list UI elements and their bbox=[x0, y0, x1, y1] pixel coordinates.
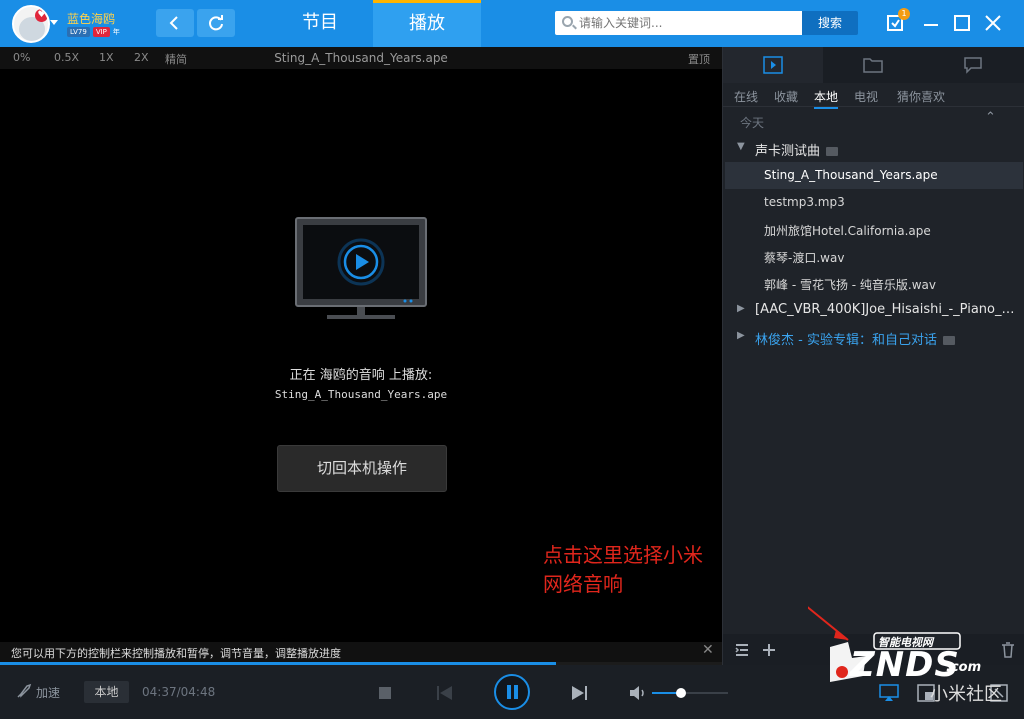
song-item[interactable]: 蔡琴-渡口.wav bbox=[725, 243, 1023, 270]
tip-text: 您可以用下方的控制栏来控制播放和暂停，调节音量，调整播放进度 bbox=[11, 647, 341, 660]
watermark-sub: 小米社区 bbox=[930, 684, 1002, 705]
refresh-button[interactable] bbox=[197, 9, 235, 37]
level-badge: LV79 bbox=[67, 27, 90, 37]
now-playing-title: Sting_A_Thousand_Years.ape bbox=[274, 51, 448, 65]
minimize-button[interactable] bbox=[921, 13, 941, 33]
song-item[interactable]: Sting_A_Thousand_Years.ape bbox=[725, 162, 1023, 189]
song-item[interactable]: 郭峰 - 雪花飞扬 - 纯音乐版.wav bbox=[725, 270, 1023, 297]
folder-row[interactable]: ▼ 声卡测试曲 bbox=[723, 135, 1024, 162]
song-name: testmp3.mp3 bbox=[764, 195, 845, 209]
panel-tab-folder[interactable] bbox=[823, 47, 923, 83]
avatar[interactable]: ♥ bbox=[12, 5, 50, 43]
folder-name: 声卡测试曲 bbox=[755, 144, 821, 159]
collapse-up-icon[interactable]: ⌃ bbox=[985, 110, 996, 125]
panel-subtabs: 在线 收藏 本地 电视 猜你喜欢 bbox=[723, 83, 1024, 109]
pin-on-top-button[interactable]: 置顶 bbox=[688, 51, 710, 67]
volume-icon[interactable] bbox=[629, 685, 647, 701]
user-badges: LV79 VIP 年 bbox=[67, 27, 120, 37]
section-today: 今天 bbox=[740, 116, 765, 130]
list-settings-icon[interactable] bbox=[734, 642, 750, 658]
playback-status: 正在 海鸥的音响 上播放: bbox=[289, 368, 433, 383]
annotation-text: 点击这里选择小米网络音响 bbox=[543, 543, 703, 596]
chevron-right-icon[interactable]: ▶ bbox=[737, 330, 745, 341]
subtab-favorites[interactable]: 收藏 bbox=[774, 88, 798, 105]
subtab-online[interactable]: 在线 bbox=[734, 88, 758, 105]
close-button[interactable] bbox=[983, 13, 1003, 33]
comment-icon bbox=[964, 57, 982, 74]
folder-name: 林俊杰 - 实验专辑：和自己对话 bbox=[755, 333, 937, 348]
folder-icon bbox=[826, 147, 839, 156]
playback-file: Sting_A_Thousand_Years.ape bbox=[274, 388, 448, 401]
subtab-local[interactable]: 本地 bbox=[814, 88, 839, 109]
heart-icon: ♥ bbox=[35, 9, 48, 22]
folder-row[interactable]: ▶ 林俊杰 - 实验专辑：和自己对话 bbox=[723, 324, 1024, 351]
speed-up-button[interactable]: 加速 bbox=[36, 684, 60, 701]
close-icon bbox=[985, 15, 1001, 31]
app-window: ♥ 蓝色海鸥 LV79 VIP 年 节目 播放 搜索 1 bbox=[0, 0, 1024, 719]
speed-bar: 0% 0.5X 1X 2X 精简 Sting_A_Thousand_Years.… bbox=[0, 47, 722, 69]
pause-button[interactable] bbox=[494, 674, 530, 710]
panel-tab-comments[interactable] bbox=[923, 47, 1023, 83]
tip-bar: 您可以用下方的控制栏来控制播放和暂停，调节音量，调整播放进度 ✕ bbox=[0, 642, 722, 662]
time-display: 04:37/04:48 bbox=[142, 685, 216, 699]
year-badge: 年 bbox=[112, 28, 120, 36]
panel-icon-bar bbox=[723, 47, 1024, 83]
vip-badge: VIP bbox=[92, 27, 110, 37]
next-icon[interactable] bbox=[570, 685, 588, 701]
song-item[interactable]: 加州旅馆Hotel.California.ape bbox=[725, 216, 1023, 243]
folder-row[interactable]: ▶ [AAC_VBR_400K]Joe_Hisaishi_-_Piano_… bbox=[723, 297, 1024, 324]
znds-watermark: 智能电视网 ZNDS .com 小米社区 bbox=[799, 600, 1018, 719]
local-button[interactable]: 本地 bbox=[84, 681, 129, 703]
stop-icon[interactable] bbox=[378, 686, 392, 700]
song-item[interactable]: testmp3.mp3 bbox=[725, 189, 1023, 216]
back-button[interactable] bbox=[156, 9, 194, 37]
username[interactable]: 蓝色海鸥 bbox=[67, 10, 115, 27]
top-bar: ♥ 蓝色海鸥 LV79 VIP 年 节目 播放 搜索 1 bbox=[0, 0, 1024, 47]
refresh-icon bbox=[209, 15, 223, 31]
subtab-tv[interactable]: 电视 bbox=[854, 88, 878, 105]
song-name: 蔡琴-渡口.wav bbox=[764, 251, 845, 265]
watermark-domain: .com bbox=[946, 660, 982, 675]
volume-knob[interactable] bbox=[675, 688, 686, 698]
song-name: 郭峰 - 雪花飞扬 - 纯音乐版.wav bbox=[764, 278, 937, 292]
chevron-right-icon[interactable]: ▶ bbox=[737, 303, 745, 314]
search-icon bbox=[562, 16, 573, 27]
song-name: 加州旅馆Hotel.California.ape bbox=[764, 224, 931, 238]
previous-icon[interactable] bbox=[436, 685, 454, 701]
chevron-down-icon[interactable]: ▼ bbox=[737, 141, 745, 152]
tab-programs[interactable]: 节目 bbox=[266, 0, 374, 47]
panel-tab-play[interactable] bbox=[723, 47, 823, 83]
chevron-left-icon bbox=[169, 16, 178, 30]
folder-name: [AAC_VBR_400K]Joe_Hisaishi_-_Piano_… bbox=[755, 302, 1015, 317]
tv-icon bbox=[295, 217, 429, 323]
song-name: Sting_A_Thousand_Years.ape bbox=[764, 168, 938, 182]
maximize-button[interactable] bbox=[952, 13, 972, 33]
chevron-down-icon[interactable] bbox=[50, 20, 58, 25]
minimize-icon bbox=[924, 24, 938, 26]
folder-icon bbox=[942, 336, 955, 345]
add-icon[interactable] bbox=[761, 642, 777, 658]
player-area: 0% 0.5X 1X 2X 精简 Sting_A_Thousand_Years.… bbox=[0, 47, 722, 665]
rocket-icon bbox=[17, 683, 32, 698]
search-box bbox=[555, 11, 802, 35]
tip-close-icon[interactable]: ✕ bbox=[702, 642, 714, 658]
tab-playing[interactable]: 播放 bbox=[373, 0, 481, 47]
notification-badge: 1 bbox=[898, 8, 910, 20]
play-list-icon bbox=[763, 56, 783, 74]
subtab-recommended[interactable]: 猜你喜欢 bbox=[897, 88, 945, 105]
playlist-panel: 在线 收藏 本地 电视 猜你喜欢 今天 ⌃ ▼ 声卡测试曲 Sting_A_Th… bbox=[722, 47, 1024, 665]
search-input[interactable] bbox=[579, 13, 797, 33]
search-button[interactable]: 搜索 bbox=[802, 11, 858, 35]
watermark-logo: ZNDS bbox=[850, 645, 960, 685]
maximize-icon bbox=[954, 15, 970, 31]
folder-icon bbox=[863, 58, 883, 73]
volume-slider[interactable] bbox=[652, 688, 728, 698]
switch-to-local-button[interactable]: 切回本机操作 bbox=[277, 445, 447, 492]
